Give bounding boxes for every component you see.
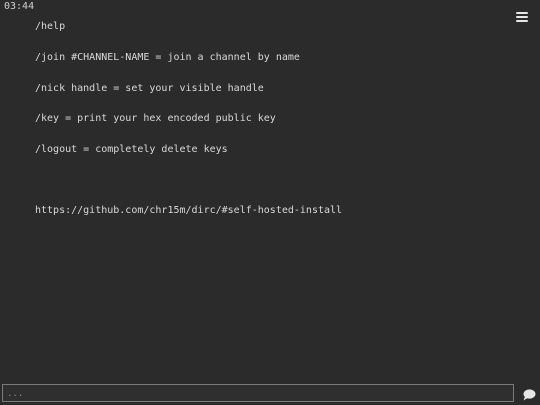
input-bar xyxy=(0,383,540,405)
timestamp: 03:44 xyxy=(4,1,35,12)
send-bubble-svg xyxy=(523,389,536,401)
help-join-line: /join #CHANNEL-NAME = join a channel by … xyxy=(35,52,300,64)
message-body: /help /join #CHANNEL-NAME = join a chann… xyxy=(35,2,504,237)
hamburger-menu-icon[interactable] xyxy=(516,11,528,23)
speech-bubble-icon[interactable] xyxy=(522,387,536,401)
menu-bar-bottom xyxy=(516,20,528,22)
help-command-line: /help xyxy=(35,21,66,33)
help-nick-line: /nick handle = set your visible handle xyxy=(35,82,264,94)
help-logout-line: /logout = completely delete keys xyxy=(35,143,228,155)
message-log: 03:44 /help /join #CHANNEL-NAME = join a… xyxy=(0,0,504,237)
menu-bar-middle xyxy=(516,16,528,18)
self-hosted-link[interactable]: https://github.com/chr15m/dirc/#self-hos… xyxy=(35,205,504,216)
help-key-line: /key = print your hex encoded public key xyxy=(35,113,276,125)
menu-bar-top xyxy=(516,12,528,14)
log-entry: 03:44 /help /join #CHANNEL-NAME = join a… xyxy=(0,1,504,237)
message-input[interactable] xyxy=(2,384,514,402)
